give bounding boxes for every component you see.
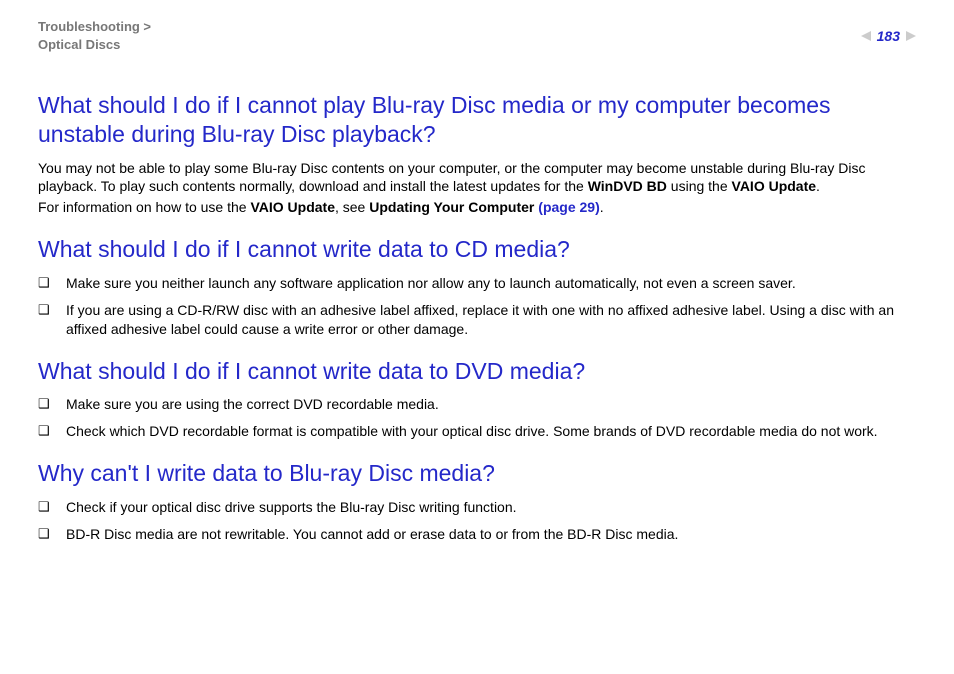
page-header: Troubleshooting > Optical Discs 183 [38,18,916,53]
list-item: If you are using a CD-R/RW disc with an … [38,301,916,339]
list-item: Make sure you neither launch any softwar… [38,274,916,293]
pager: 183 [861,18,916,44]
list-item: BD-R Disc media are not rewritable. You … [38,525,916,544]
list-item: Check which DVD recordable format is com… [38,422,916,441]
section-heading-dvd-write: What should I do if I cannot write data … [38,357,916,386]
page-reference-link[interactable]: (page 29) [538,199,599,215]
section-heading-cd-write: What should I do if I cannot write data … [38,235,916,264]
next-page-icon[interactable] [906,31,916,41]
list-item: Make sure you are using the correct DVD … [38,395,916,414]
bullet-list: Make sure you are using the correct DVD … [38,395,916,441]
breadcrumb-top: Troubleshooting > [38,19,151,34]
breadcrumb-sub: Optical Discs [38,37,120,52]
bullet-list: Check if your optical disc drive support… [38,498,916,544]
section-heading-bluray-write: Why can't I write data to Blu-ray Disc m… [38,459,916,488]
bullet-list: Make sure you neither launch any softwar… [38,274,916,339]
paragraph: You may not be able to play some Blu-ray… [38,159,916,197]
paragraph: For information on how to use the VAIO U… [38,198,916,217]
prev-page-icon[interactable] [861,31,871,41]
breadcrumb: Troubleshooting > Optical Discs [38,18,151,53]
section-heading-bluray-play: What should I do if I cannot play Blu-ra… [38,91,916,149]
page-number: 183 [875,28,902,44]
list-item: Check if your optical disc drive support… [38,498,916,517]
